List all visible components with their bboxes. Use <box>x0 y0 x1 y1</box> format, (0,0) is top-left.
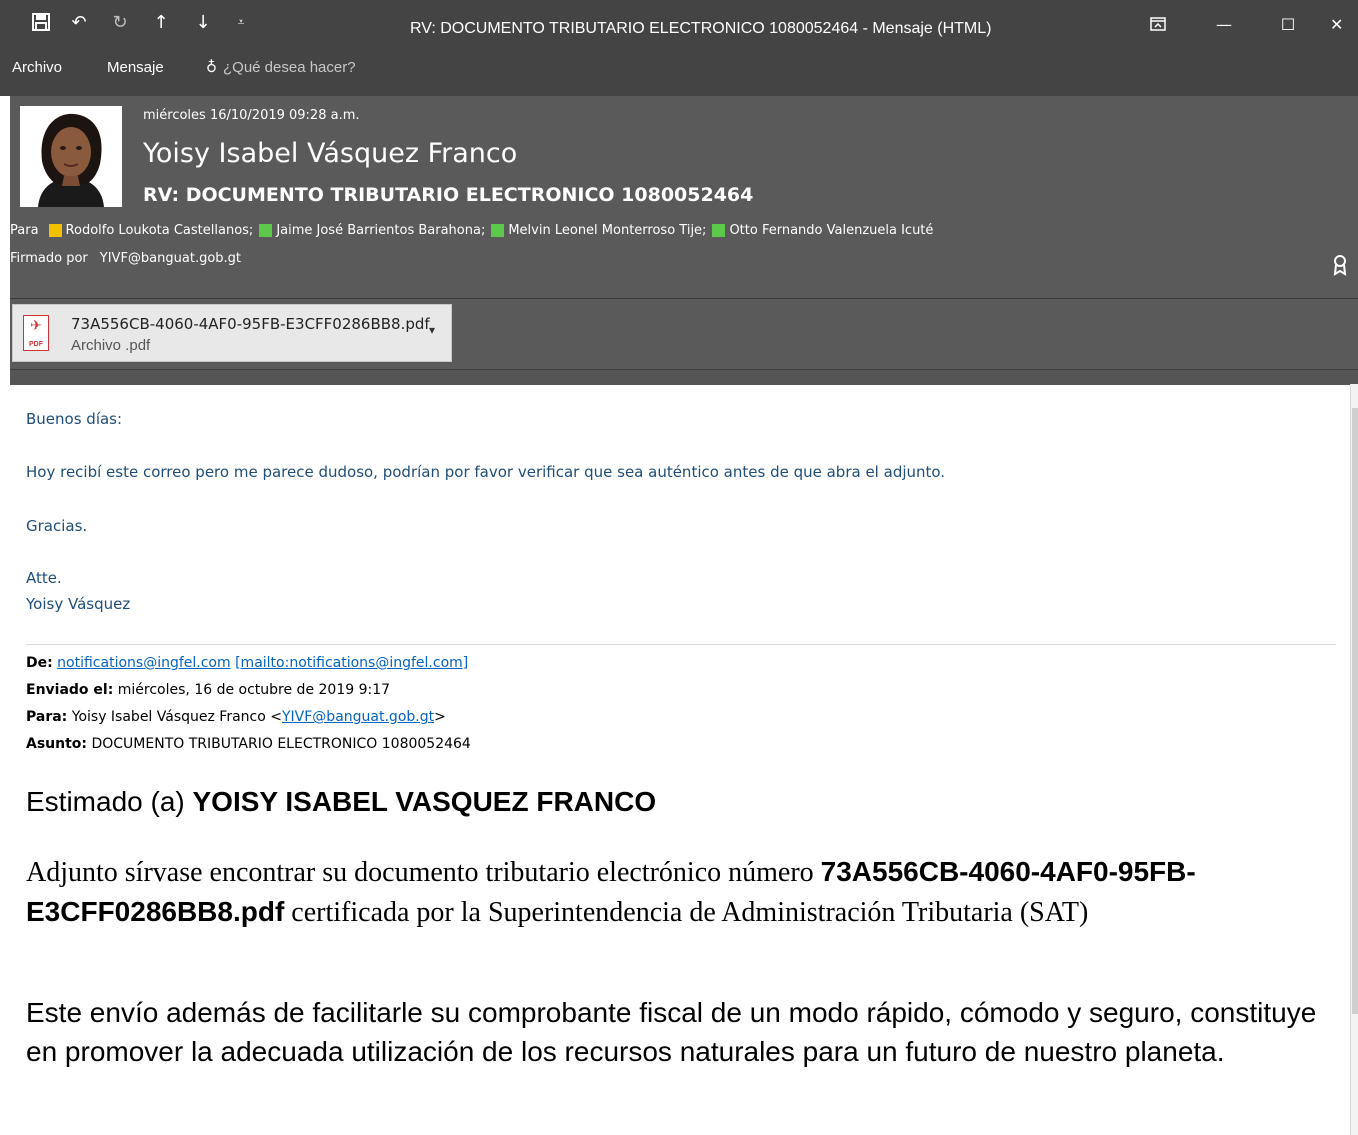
recipient[interactable]: Jaime José Barrientos Barahona; <box>259 223 485 238</box>
tab-mensaje[interactable]: Mensaje <box>107 59 164 76</box>
sender-name[interactable]: Yoisy Isabel Vásquez Franco <box>143 138 517 169</box>
customize-qat-icon[interactable]: ⩡ <box>228 9 254 35</box>
forwarded-paragraph-2: Este envío además de facilitarle su comp… <box>26 997 1317 1067</box>
redo-icon[interactable]: ↻ <box>107 9 133 35</box>
previous-item-icon[interactable]: ↑ <box>148 9 174 35</box>
recipient-name: Otto Fernando Valenzuela Icuté <box>729 222 934 238</box>
attachment-name: 73A556CB-4060-4AF0-95FB-E3CFF0286BB8.pdf <box>71 315 430 333</box>
recipient-name: Jaime José Barrientos Barahona; <box>276 222 486 238</box>
presence-status-icon <box>491 223 505 237</box>
presence-status-icon <box>48 223 62 237</box>
forwarded-sent: Enviado el: miércoles, 16 de octubre de … <box>26 682 391 698</box>
forwarded-greeting: Estimado (a) YOISY ISABEL VASQUEZ FRANCO <box>26 786 657 817</box>
forwarded-subject: Asunto: DOCUMENTO TRIBUTARIO ELECTRONICO… <box>26 736 471 752</box>
presence-status-icon <box>259 223 273 237</box>
save-icon[interactable] <box>28 9 54 35</box>
forwarded-paragraph-1: Adjunto sírvase encontrar su documento t… <box>26 856 1196 928</box>
body-signature: Yoisy Vásquez <box>26 595 131 613</box>
message-header: miércoles 16/10/2019 09:28 a.m. Yoisy Is… <box>10 96 1358 298</box>
pdf-icon: ✈ PDF <box>23 315 49 351</box>
forwarded-to: Para: Yoisy Isabel Vásquez Franco <YIVF@… <box>26 709 446 725</box>
lightbulb-icon: ♁ <box>206 58 217 76</box>
scrollbar-thumb[interactable] <box>1352 408 1358 1014</box>
signed-by-label: Firmado por <box>10 251 88 266</box>
tell-me-box[interactable]: ♁ ¿Qué desea hacer? <box>206 58 356 76</box>
body-message: Hoy recibí este correo pero me parece du… <box>26 463 946 481</box>
close-icon[interactable]: ✕ <box>1330 10 1358 38</box>
forward-divider <box>26 644 1336 645</box>
message-date: miércoles 16/10/2019 09:28 a.m. <box>143 108 360 123</box>
tab-archivo[interactable]: Archivo <box>12 59 62 76</box>
attachment-card[interactable]: ✈ PDF 73A556CB-4060-4AF0-95FB-E3CFF0286B… <box>12 304 452 362</box>
attachment-type: Archivo .pdf <box>71 337 151 354</box>
to-label: Para <box>10 222 39 238</box>
signed-by-row: Firmado por YIVF@banguat.gob.gt <box>10 251 241 266</box>
signed-by-email: YIVF@banguat.gob.gt <box>99 251 242 266</box>
tell-me-placeholder: ¿Qué desea hacer? <box>223 58 356 76</box>
message-subject: RV: DOCUMENTO TRIBUTARIO ELECTRONICO 108… <box>143 184 754 206</box>
vertical-scrollbar[interactable] <box>1350 384 1358 1135</box>
to-email-link[interactable]: YIVF@banguat.gob.gt <box>282 709 434 725</box>
chevron-down-icon[interactable]: ▾ <box>429 323 435 337</box>
ribbon-display-icon[interactable] <box>1136 10 1180 38</box>
recipient-name: Rodolfo Loukota Castellanos; <box>65 222 254 238</box>
from-mailto-link[interactable]: [mailto:notifications@ingfel.com] <box>235 655 468 671</box>
window-title: RV: DOCUMENTO TRIBUTARIO ELECTRONICO 108… <box>410 20 992 37</box>
body-greeting: Buenos días: <box>26 410 123 428</box>
recipient[interactable]: Rodolfo Loukota Castellanos; <box>48 222 254 238</box>
presence-status-icon <box>712 223 726 237</box>
attachment-band-divider <box>10 369 1358 385</box>
undo-icon[interactable]: ↶ <box>66 9 92 35</box>
minimize-icon[interactable]: — <box>1202 10 1246 38</box>
from-email-link[interactable]: notifications@ingfel.com <box>57 655 230 671</box>
forwarded-from: De: notifications@ingfel.com [mailto:not… <box>26 655 469 671</box>
recipient-name: Melvin Leonel Monterroso Tije; <box>508 222 707 238</box>
body-thanks: Gracias. <box>26 517 88 535</box>
avatar <box>20 106 122 207</box>
recipient[interactable]: Otto Fernando Valenzuela Icuté <box>712 223 933 238</box>
maximize-icon[interactable]: ☐ <box>1266 10 1310 38</box>
title-bar: ↶ ↻ ↑ ↓ ⩡ RV: DOCUMENTO TRIBUTARIO ELECT… <box>0 0 1358 96</box>
next-item-icon[interactable]: ↓ <box>190 9 216 35</box>
recipient[interactable]: Melvin Leonel Monterroso Tije; <box>491 223 706 238</box>
recipients-row: Para Rodolfo Loukota Castellanos; Jaime … <box>10 219 939 241</box>
digital-signature-icon[interactable] <box>1332 254 1348 281</box>
body-closing: Atte. <box>26 569 62 587</box>
